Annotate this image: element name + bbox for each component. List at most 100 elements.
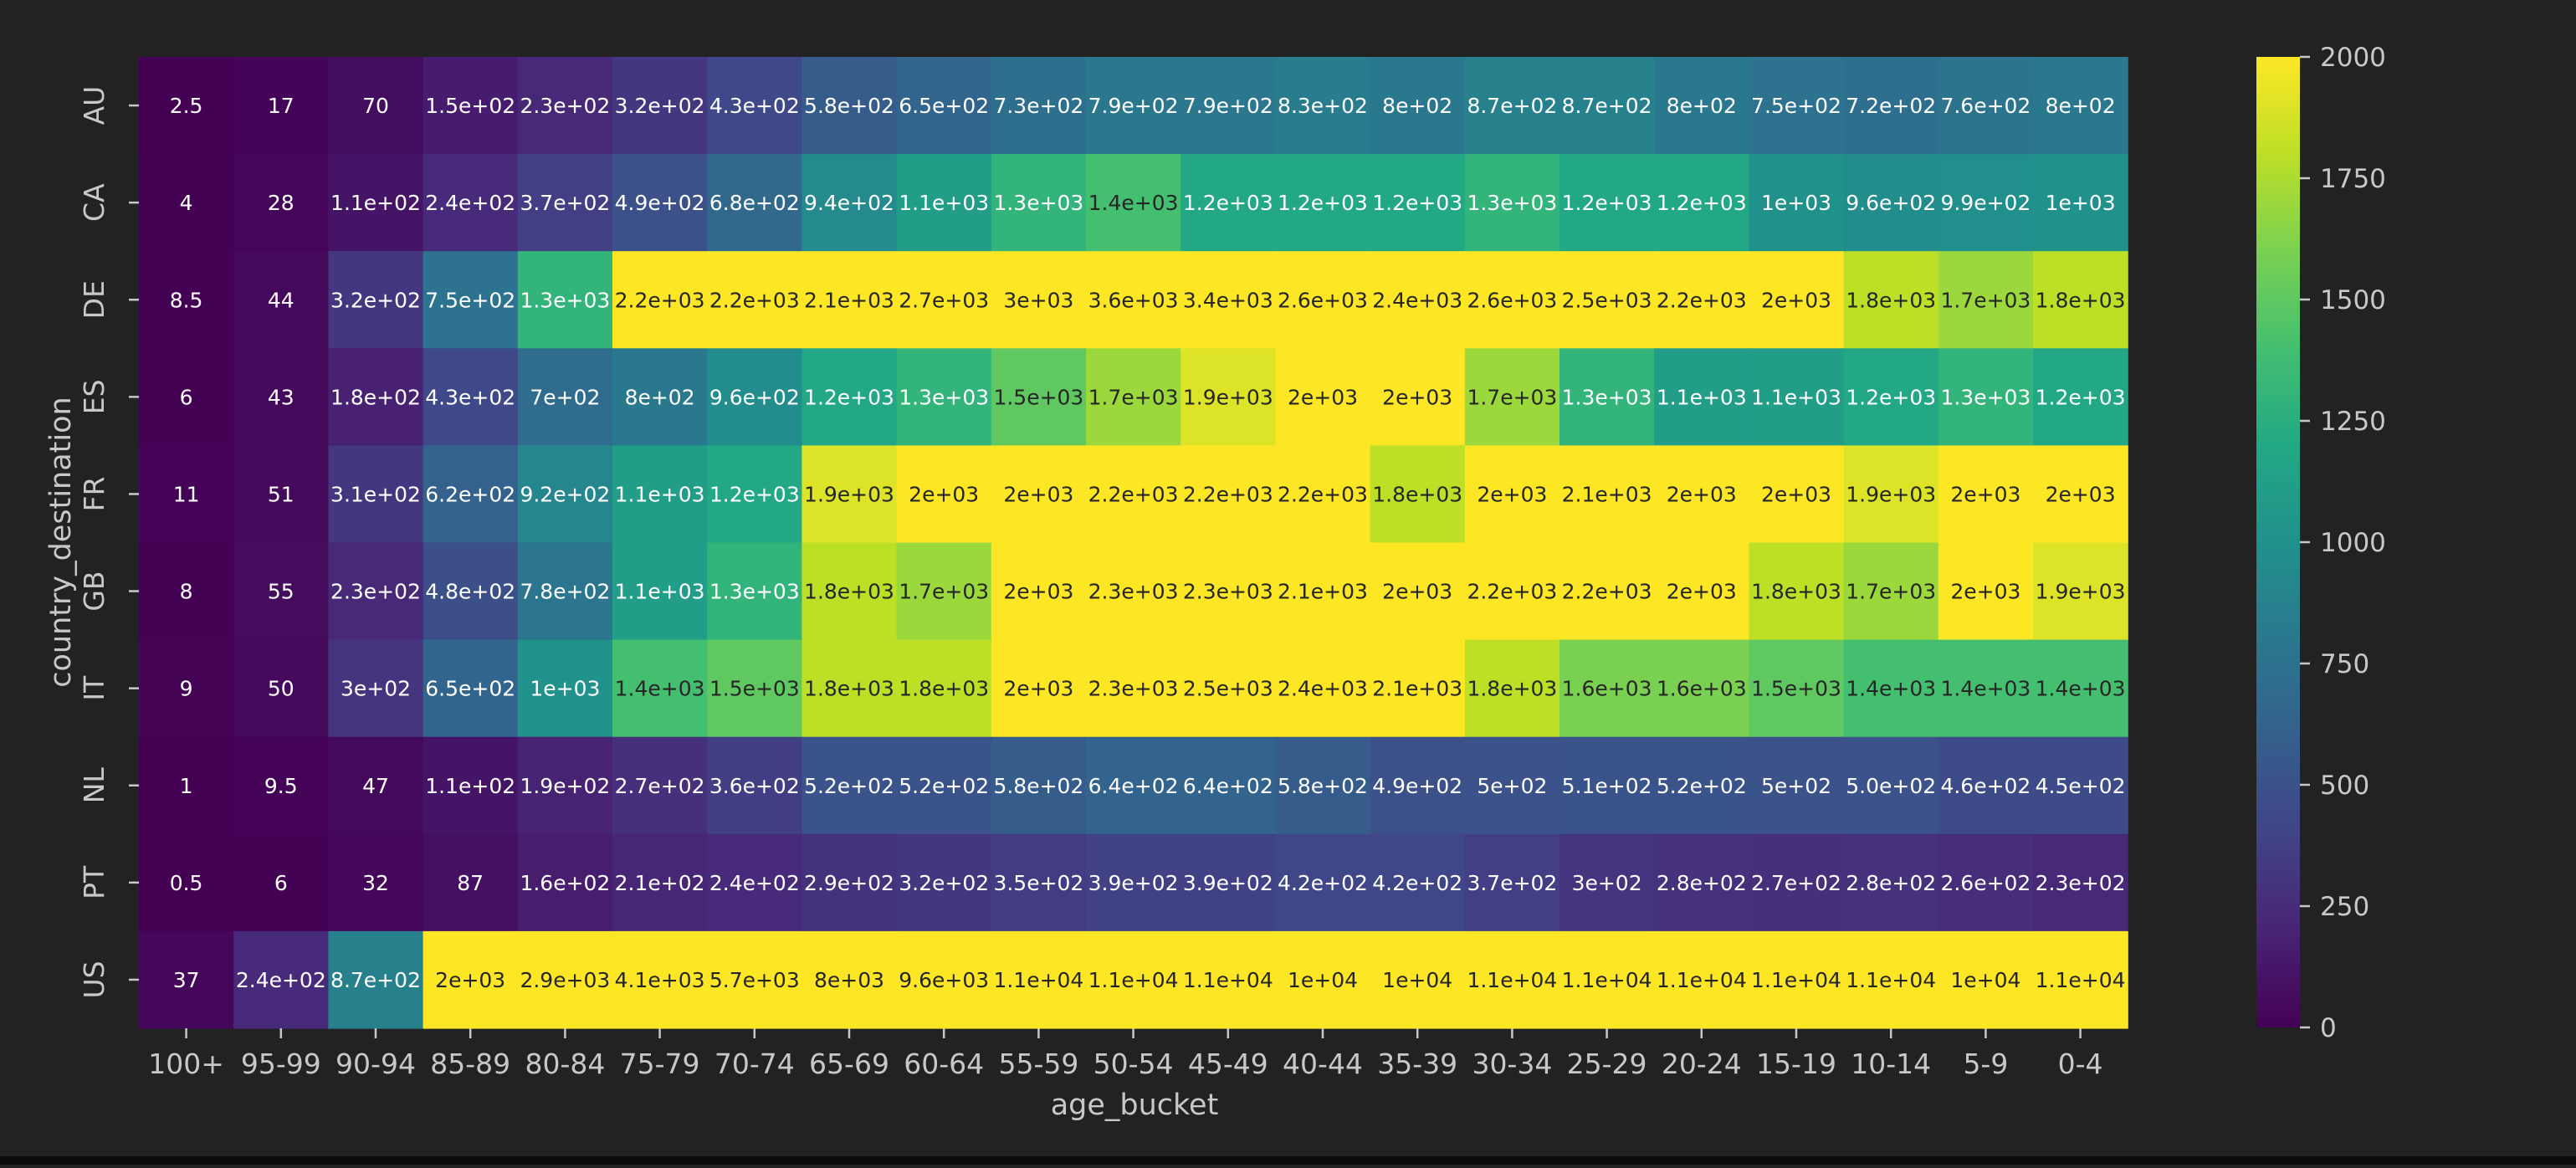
cell-value-label: 2.6e+03 — [1278, 288, 1368, 312]
y-tick-label: NL — [78, 767, 110, 804]
cell-value-label: 7.2e+02 — [1846, 94, 1936, 118]
cell-value-label: 2.6e+03 — [1467, 288, 1557, 312]
cell-value-label: 1e+04 — [1382, 968, 1452, 992]
cell-value-label: 8e+02 — [625, 385, 695, 409]
cell-value-label: 3e+03 — [1003, 288, 1073, 312]
cell-value-label: 1.1e+04 — [1751, 968, 1841, 992]
heatmap-chart: 2.5 17 70 1.5e+02 2.3e+02 3.2e+02 4.3e+02 5.8e+… — [0, 0, 2576, 1168]
cell-value-label: 1.1e+04 — [1846, 968, 1936, 992]
cell-value-label: 1.3e+03 — [709, 580, 800, 604]
cell-value-label: 5e+02 — [1477, 774, 1547, 798]
cell-value-label: 55 — [268, 580, 294, 604]
cell-value-label: 2.5e+03 — [1183, 677, 1273, 701]
cell-value-label: 1e+03 — [1761, 191, 1831, 215]
cell-value-label: 1.6e+02 — [520, 871, 610, 895]
cell-value-label: 1.2e+03 — [1846, 385, 1936, 409]
cell-value-label: 7.5e+02 — [1751, 94, 1841, 118]
cell-value-label: 2.1e+03 — [804, 288, 894, 312]
x-tick-label: 70-74 — [714, 1048, 795, 1080]
cell-value-label: 1.1e+03 — [615, 482, 705, 506]
colorbar-tick-label: 1500 — [2320, 285, 2386, 315]
cell-value-label: 1.6e+03 — [1657, 677, 1747, 701]
cell-value-label: 1.9e+02 — [520, 774, 610, 798]
cell-value-label: 43 — [268, 385, 294, 409]
cell-value-label: 1e+04 — [1950, 968, 2020, 992]
cell-value-label: 8e+03 — [814, 968, 884, 992]
cell-value-label: 5.1e+02 — [1562, 774, 1652, 798]
cell-value-label: 2.1e+03 — [1278, 580, 1368, 604]
cell-value-label: 1 — [180, 774, 193, 798]
cell-value-label: 1.3e+03 — [899, 385, 989, 409]
x-tick-label: 40-44 — [1283, 1048, 1363, 1080]
cell-value-label: 3.6e+03 — [1088, 288, 1179, 312]
heatmap-cells: 2.5 17 70 1.5e+02 2.3e+02 3.2e+02 4.3e+02 5.8e+… — [139, 57, 2128, 1029]
cell-value-label: 6.4e+02 — [1088, 774, 1179, 798]
cell-value-label: 9.4e+02 — [804, 191, 894, 215]
cell-value-label: 1.7e+03 — [1940, 288, 2031, 312]
y-tick-label: ES — [78, 379, 110, 414]
cell-value-label: 2.7e+02 — [615, 774, 705, 798]
cell-value-label: 17 — [268, 94, 294, 118]
x-tick-label: 95-99 — [241, 1048, 321, 1080]
cell-value-label: 4.1e+03 — [615, 968, 705, 992]
cell-value-label: 1.2e+03 — [1278, 191, 1368, 215]
cell-value-label: 6.2e+02 — [425, 482, 515, 506]
cell-value-label: 1.8e+03 — [1372, 482, 1462, 506]
cell-value-label: 1.2e+03 — [1562, 191, 1652, 215]
cell-value-label: 7.6e+02 — [1940, 94, 2031, 118]
cell-value-label: 2.1e+03 — [1562, 482, 1652, 506]
cell-value-label: 2e+03 — [435, 968, 505, 992]
y-tick-label: DE — [78, 280, 110, 319]
cell-value-label: 2.2e+03 — [1467, 580, 1557, 604]
cell-value-label: 4.2e+02 — [1372, 871, 1462, 895]
cell-value-label: 9.6e+02 — [709, 385, 800, 409]
cell-value-label: 5.2e+02 — [804, 774, 894, 798]
cell-value-label: 5.7e+03 — [709, 968, 800, 992]
cell-value-label: 2.2e+03 — [1657, 288, 1747, 312]
cell-value-label: 5e+02 — [1761, 774, 1831, 798]
cell-value-label: 1e+03 — [530, 677, 600, 701]
x-tick-label: 60-64 — [904, 1048, 984, 1080]
cell-value-label: 1.1e+04 — [1183, 968, 1273, 992]
cell-value-label: 2.6e+02 — [1940, 871, 2031, 895]
cell-value-label: 1.5e+03 — [993, 385, 1083, 409]
cell-value-label: 3.2e+02 — [899, 871, 989, 895]
cell-value-label: 5.8e+02 — [804, 94, 894, 118]
cell-value-label: 11 — [173, 482, 200, 506]
y-tick-label: FR — [78, 476, 110, 511]
cell-value-label: 44 — [268, 288, 294, 312]
cell-value-label: 1.3e+03 — [1467, 191, 1557, 215]
colorbar-tick-label: 500 — [2320, 771, 2369, 801]
x-tick-label: 100+ — [148, 1048, 224, 1080]
cell-value-label: 5.0e+02 — [1846, 774, 1936, 798]
cell-value-label: 3e+02 — [1572, 871, 1642, 895]
cell-value-label: 7.9e+02 — [1183, 94, 1273, 118]
cell-value-label: 1.1e+02 — [330, 191, 421, 215]
cell-value-label: 8 — [180, 580, 193, 604]
colorbar-tick-label: 1000 — [2320, 528, 2386, 558]
cell-value-label: 37 — [173, 968, 200, 992]
cell-value-label: 8.5 — [170, 288, 203, 312]
x-tick-label: 20-24 — [1662, 1048, 1742, 1080]
colorbar-tick-label: 250 — [2320, 892, 2369, 922]
cell-value-label: 2e+03 — [1288, 385, 1358, 409]
cell-value-label: 1e+04 — [1288, 968, 1358, 992]
cell-value-label: 32 — [362, 871, 389, 895]
cell-value-label: 1.2e+03 — [804, 385, 894, 409]
cell-value-label: 1.5e+03 — [709, 677, 800, 701]
cell-value-label: 28 — [268, 191, 294, 215]
cell-value-label: 1.3e+03 — [1562, 385, 1652, 409]
colorbar-tick-label: 2000 — [2320, 43, 2386, 73]
cell-value-label: 1.3e+03 — [1940, 385, 2031, 409]
cell-value-label: 9.5 — [264, 774, 298, 798]
cell-value-label: 5.8e+02 — [1278, 774, 1368, 798]
cell-value-label: 2.7e+03 — [899, 288, 989, 312]
x-tick-label: 65-69 — [809, 1048, 889, 1080]
cell-value-label: 2e+03 — [1477, 482, 1547, 506]
x-tick-label: 75-79 — [620, 1048, 700, 1080]
cell-value-label: 2.9e+03 — [520, 968, 610, 992]
x-tick-label: 55-59 — [998, 1048, 1078, 1080]
cell-value-label: 9.6e+03 — [899, 968, 989, 992]
cell-value-label: 1.2e+03 — [709, 482, 800, 506]
cell-value-label: 9.2e+02 — [520, 482, 610, 506]
